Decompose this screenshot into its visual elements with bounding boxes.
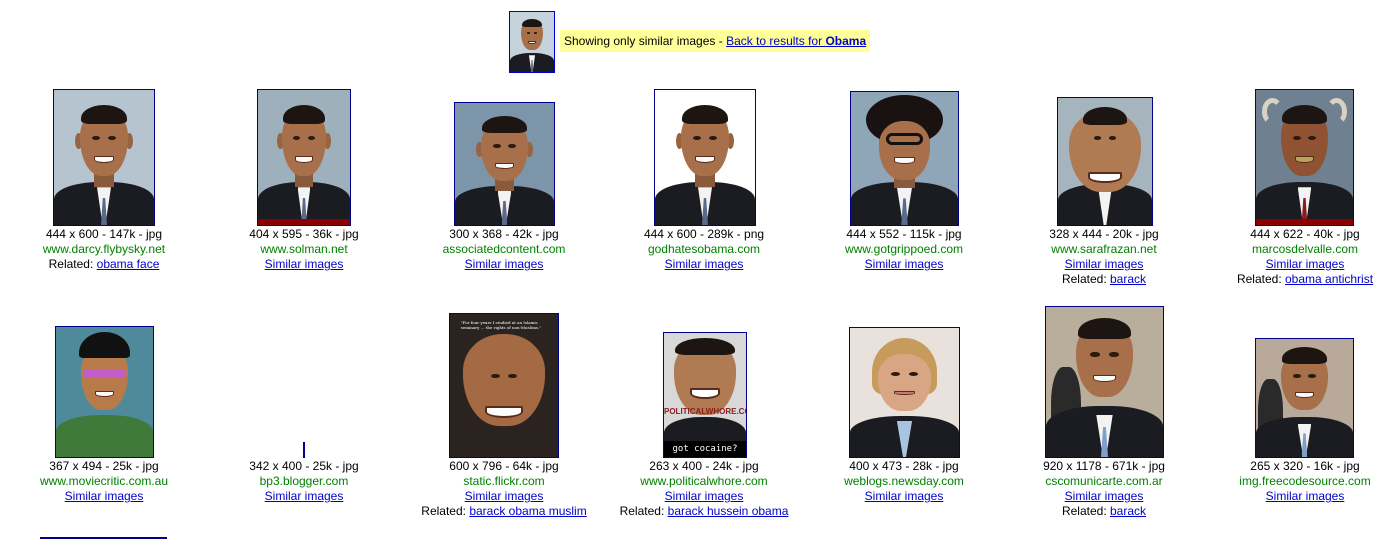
similar-images-link[interactable]: Similar images — [465, 257, 544, 271]
related-label: Related: — [619, 504, 665, 518]
result-card: POLITICALWHORE.COM got cocaine? 263 x 40… — [604, 305, 804, 525]
thumbnail-caption: got cocaine? — [664, 441, 746, 457]
related-label: Related: — [1061, 504, 1107, 518]
related-label: Related: — [48, 257, 94, 271]
related-line: Related: barack hussein obama — [604, 504, 804, 519]
source-site: marcosdelvalle.com — [1251, 242, 1359, 256]
image-dimensions: 265 x 320 - 16k - jpg — [1250, 459, 1360, 473]
thumbnail-watermark: POLITICALWHORE.COM — [664, 407, 746, 417]
source-site: www.solman.net — [260, 242, 348, 256]
image-dimensions: 328 x 444 - 20k - jpg — [1049, 227, 1159, 241]
result-thumbnail[interactable] — [654, 89, 756, 226]
query-thumbnail[interactable] — [509, 11, 555, 73]
image-dimensions: 400 x 473 - 28k - jpg — [849, 459, 959, 473]
related-line: Related: barack — [1004, 272, 1204, 287]
source-site: bp3.blogger.com — [259, 474, 349, 488]
source-site: www.sarafrazan.net — [1051, 242, 1157, 256]
source-site: godhatesobama.com — [647, 242, 761, 256]
similar-images-link[interactable]: Similar images — [1065, 489, 1144, 503]
image-dimensions: 600 x 796 - 64k - jpg — [449, 459, 559, 473]
result-thumbnail[interactable] — [53, 89, 155, 226]
back-link-query: Obama — [825, 34, 867, 48]
result-card: 342 x 400 - 25k - jpg bp3.blogger.com Si… — [204, 305, 404, 505]
related-line: Related: obama face — [4, 257, 204, 272]
notice-text: Showing only similar images - — [564, 34, 727, 48]
source-site: www.gotgrippoed.com — [844, 242, 964, 256]
related-link[interactable]: barack — [1110, 272, 1146, 286]
related-line: Related: barack — [1004, 504, 1204, 519]
related-link[interactable]: barack — [1110, 504, 1146, 518]
result-thumbnail[interactable] — [850, 91, 959, 226]
related-label: Related: — [1236, 272, 1282, 286]
image-dimensions: 300 x 368 - 42k - jpg — [449, 227, 559, 241]
result-thumbnail[interactable]: POLITICALWHORE.COM got cocaine? — [663, 332, 747, 458]
image-dimensions: 342 x 400 - 25k - jpg — [249, 459, 359, 473]
similar-images-link[interactable]: Similar images — [1065, 257, 1144, 271]
related-label: Related: — [421, 504, 466, 518]
result-card: 444 x 552 - 115k - jpg www.gotgrippoed.c… — [804, 89, 1004, 279]
image-dimensions: 444 x 622 - 40k - jpg — [1250, 227, 1360, 241]
result-thumbnail[interactable] — [257, 89, 351, 226]
similar-images-link[interactable]: Similar images — [865, 489, 944, 503]
result-thumbnail-partial[interactable] — [40, 537, 167, 547]
source-site: weblogs.newsday.com — [844, 474, 964, 488]
notice-bar: Showing only similar images - Back to re… — [560, 30, 871, 52]
result-card: 367 x 494 - 25k - jpg www.moviecritic.co… — [4, 305, 204, 505]
result-card: 328 x 444 - 20k - jpg www.sarafrazan.net… — [1004, 89, 1204, 289]
result-thumbnail[interactable] — [1255, 89, 1354, 226]
source-site: cscomunicarte.com.ar — [1045, 474, 1163, 488]
result-card: 920 x 1178 - 671k - jpg cscomunicarte.co… — [1004, 305, 1204, 525]
image-dimensions: 263 x 400 - 24k - jpg — [649, 459, 759, 473]
related-link[interactable]: obama face — [97, 257, 160, 271]
similar-images-link[interactable]: Similar images — [265, 257, 344, 271]
result-card: 444 x 600 - 147k - jpg www.darcy.flybysk… — [4, 89, 204, 279]
source-site: www.moviecritic.com.au — [39, 474, 169, 488]
source-site: associatedcontent.com — [442, 242, 566, 256]
back-to-results-link[interactable]: Back to results for Obama — [726, 34, 866, 48]
back-link-prefix: Back to results for — [726, 34, 826, 48]
image-dimensions: 367 x 494 - 25k - jpg — [49, 459, 159, 473]
similar-images-link[interactable]: Similar images — [265, 489, 344, 503]
related-line: Related: barack obama muslim — [404, 504, 604, 519]
image-dimensions: 444 x 600 - 289k - png — [643, 227, 765, 241]
source-site: static.flickr.com — [463, 474, 545, 488]
similar-images-link[interactable]: Similar images — [465, 489, 544, 503]
result-thumbnail[interactable]: "For four years I studied at an Islamic … — [449, 313, 559, 458]
similar-images-link[interactable]: Similar images — [1266, 489, 1345, 503]
result-thumbnail[interactable] — [1045, 306, 1164, 458]
related-label: Related: — [1061, 272, 1107, 286]
result-card: 444 x 622 - 40k - jpg marcosdelvalle.com… — [1184, 89, 1384, 289]
related-link[interactable]: obama antichrist — [1285, 272, 1373, 286]
result-card: 404 x 595 - 36k - jpg www.solman.net Sim… — [204, 89, 404, 279]
similar-images-link[interactable]: Similar images — [665, 257, 744, 271]
result-thumbnail[interactable] — [1255, 338, 1354, 458]
similar-images-link[interactable]: Similar images — [665, 489, 744, 503]
image-dimensions: 920 x 1178 - 671k - jpg — [1043, 459, 1165, 473]
similar-images-link[interactable]: Similar images — [1266, 257, 1345, 271]
similar-images-link[interactable]: Similar images — [65, 489, 144, 503]
related-link[interactable]: barack hussein obama — [668, 504, 789, 518]
result-thumbnail[interactable] — [55, 326, 154, 458]
related-link[interactable]: barack obama muslim — [469, 504, 586, 518]
image-dimensions: 444 x 552 - 115k - jpg — [846, 227, 962, 241]
result-card: 400 x 473 - 28k - jpg weblogs.newsday.co… — [804, 305, 1004, 505]
result-card: "For four years I studied at an Islamic … — [404, 305, 604, 525]
related-line: Related: obama antichrist — [1205, 272, 1388, 287]
image-dimensions: 444 x 600 - 147k - jpg — [45, 227, 163, 241]
result-thumbnail[interactable] — [849, 327, 960, 458]
result-card: 300 x 368 - 42k - jpg associatedcontent.… — [404, 89, 604, 279]
source-site: www.politicalwhore.com — [640, 474, 768, 488]
source-site: www.darcy.flybysky.net — [42, 242, 166, 256]
result-card: 265 x 320 - 16k - jpg img.freecodesource… — [1184, 305, 1384, 505]
result-thumbnail[interactable] — [454, 102, 555, 226]
result-thumbnail[interactable] — [1057, 97, 1153, 226]
result-card: 444 x 600 - 289k - png godhatesobama.com… — [604, 89, 804, 279]
image-dimensions: 404 x 595 - 36k - jpg — [249, 227, 359, 241]
source-site: img.freecodesource.com — [1239, 474, 1371, 488]
similar-images-link[interactable]: Similar images — [865, 257, 944, 271]
thumbnail-caption: "For four years I studied at an Islamic … — [460, 319, 542, 330]
